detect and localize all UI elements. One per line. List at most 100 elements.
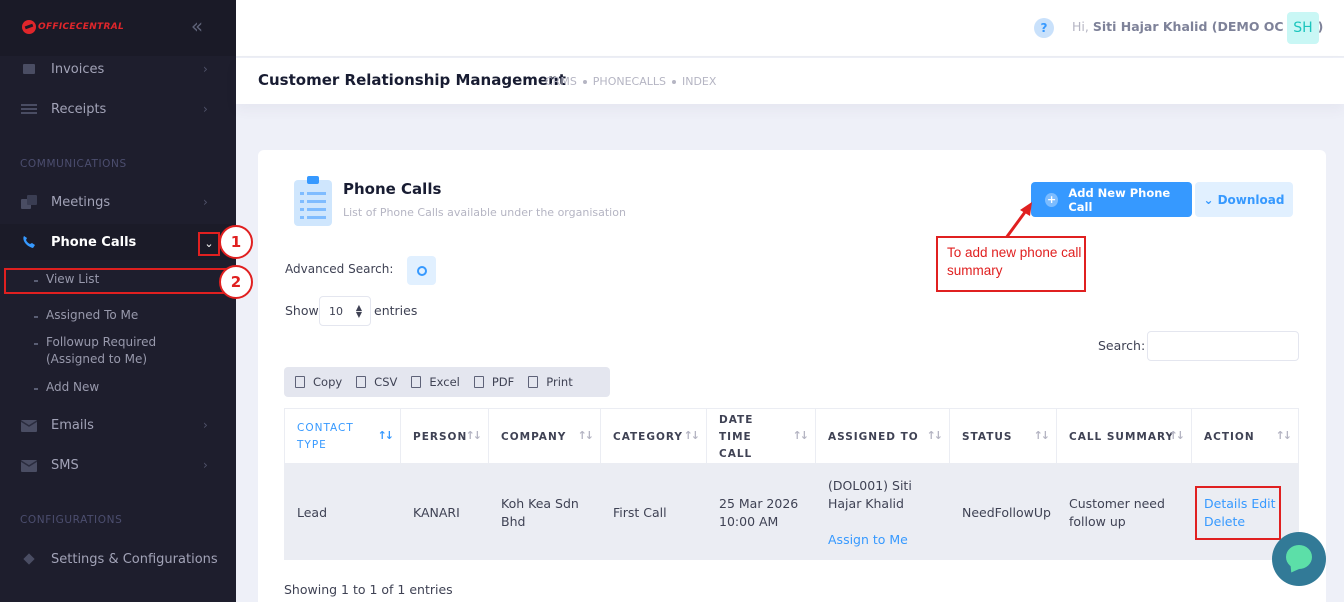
sidebar-item-label: SMS xyxy=(51,457,79,473)
column-label: CATEGORY xyxy=(613,430,684,443)
greeting-prefix: Hi, xyxy=(1072,19,1093,34)
clipboard-icon xyxy=(294,176,332,226)
cell-company: Koh Kea Sdn Bhd xyxy=(501,496,579,529)
breadcrumb-item[interactable]: PHONECALLS xyxy=(593,75,666,88)
sidebar-item-label: Meetings xyxy=(51,194,111,210)
sidebar-subitem-add-new[interactable]: Add New xyxy=(0,379,236,399)
sidebar-item-label: Invoices xyxy=(51,61,105,77)
sub-item-label: Add New xyxy=(46,380,100,394)
column-header-status[interactable]: STATUS ↑↓ xyxy=(950,409,1057,465)
sidebar-item-invoices[interactable]: Invoices › xyxy=(0,51,236,87)
breadcrumb-item[interactable]: CRMS xyxy=(545,75,577,88)
column-header-call-summary[interactable]: CALL SUMMARY ↑↓ xyxy=(1057,409,1192,465)
sub-item-label: Followup Required (Assigned to Me) xyxy=(46,335,157,366)
action-highlight xyxy=(1195,486,1281,540)
breadcrumb: CRMS PHONECALLS INDEX xyxy=(545,75,716,88)
excel-icon xyxy=(411,376,422,388)
breadcrumb-item[interactable]: INDEX xyxy=(682,75,716,88)
chevron-right-icon: › xyxy=(203,102,208,116)
column-header-contact-type[interactable]: CONTACT TYPE ↑↓ xyxy=(285,409,401,465)
officecentral-logo[interactable]: OFFICECENTRAL xyxy=(22,19,124,35)
column-header-date-time-call[interactable]: DATE TIME CALL ↑↓ xyxy=(707,409,816,465)
user-greeting[interactable]: Hi, Siti Hajar Khalid (DEMO OC LITE) xyxy=(1072,19,1323,34)
subheader: Customer Relationship Management CRMS PH… xyxy=(236,58,1344,104)
cell-call-summary: Customer need follow up xyxy=(1069,496,1165,529)
print-button[interactable]: Print xyxy=(528,375,573,389)
print-icon xyxy=(528,376,539,388)
column-label: CONTACT TYPE xyxy=(297,422,354,451)
annotation-callout: To add new phone call summary xyxy=(936,236,1086,292)
assigned-to-name: (DOL001) Siti Hajar Khalid xyxy=(828,478,912,511)
column-header-person[interactable]: PERSON ↑↓ xyxy=(401,409,489,465)
section-communications: COMMUNICATIONS xyxy=(20,158,127,170)
chevron-right-icon: › xyxy=(203,458,208,472)
cell-contact-type: Lead xyxy=(297,505,328,520)
sidebar-item-receipts[interactable]: Receipts › xyxy=(0,91,236,127)
logo-swoosh-icon xyxy=(22,20,36,34)
sms-icon xyxy=(20,457,38,473)
avatar[interactable]: SH xyxy=(1287,12,1319,44)
sidebar-subitem-assigned-to-me[interactable]: Assigned To Me xyxy=(0,307,236,327)
phone-calls-expand-chevron[interactable]: ⌄ xyxy=(198,232,220,256)
sidebar-item-label: Phone Calls xyxy=(51,234,137,250)
sidebar-item-label: Receipts xyxy=(51,101,107,117)
pdf-button[interactable]: PDF xyxy=(473,375,515,389)
copy-button[interactable]: Copy xyxy=(295,375,342,389)
card-title: Phone Calls xyxy=(343,180,442,198)
entries-select[interactable]: 10 ▲ ▼ xyxy=(319,296,371,326)
card-subtitle: List of Phone Calls available under the … xyxy=(343,206,626,219)
sort-icon: ↑↓ xyxy=(683,429,701,442)
sidebar-item-label: Emails xyxy=(51,417,94,433)
column-header-company[interactable]: COMPANY ↑↓ xyxy=(489,409,601,465)
sidebar-item-sms[interactable]: SMS › xyxy=(0,447,236,483)
chevron-right-icon: › xyxy=(203,62,208,76)
export-label: PDF xyxy=(491,375,515,389)
search-label: Search: xyxy=(1098,338,1146,353)
column-label: COMPANY xyxy=(501,430,567,443)
column-label: DATE TIME CALL xyxy=(719,413,754,460)
sidebar-item-emails[interactable]: Emails › xyxy=(0,407,236,443)
phone-calls-card: Phone Calls List of Phone Calls availabl… xyxy=(258,150,1326,602)
column-label: CALL SUMMARY xyxy=(1069,430,1175,443)
table-row: Lead KANARI Koh Kea Sdn Bhd First Call 2… xyxy=(284,464,1299,560)
export-label: CSV xyxy=(374,375,398,389)
sort-icon: ↑↓ xyxy=(792,429,810,442)
step-1-marker: 1 xyxy=(219,225,253,259)
excel-button[interactable]: Excel xyxy=(411,375,460,389)
cell-date-time: 25 Mar 2026 10:00 AM xyxy=(719,496,799,529)
help-icon[interactable]: ? xyxy=(1034,18,1054,38)
download-button[interactable]: ⌄ Download xyxy=(1195,182,1293,217)
sidebar-subitem-followup-required[interactable]: Followup Required (Assigned to Me) xyxy=(0,334,236,370)
meeting-icon xyxy=(20,194,38,210)
bullet-icon xyxy=(34,343,38,345)
sort-icon: ↑↓ xyxy=(1275,429,1293,442)
cell-assigned-to: (DOL001) Siti Hajar Khalid Assign to Me xyxy=(816,465,950,561)
sort-icon: ↑↓ xyxy=(1033,429,1051,442)
sort-icon: ↑↓ xyxy=(377,429,395,442)
sort-icon: ↑↓ xyxy=(1168,429,1186,442)
download-label: Download xyxy=(1217,192,1285,207)
export-toolbar: Copy CSV Excel PDF Print xyxy=(284,367,610,397)
column-header-action[interactable]: ACTION ↑↓ xyxy=(1192,409,1298,465)
collapse-sidebar-icon[interactable]: « xyxy=(186,16,208,38)
column-label: PERSON xyxy=(413,430,468,443)
sidebar-item-meetings[interactable]: Meetings › xyxy=(0,184,236,220)
select-arrows-icon: ▲ ▼ xyxy=(355,303,362,319)
csv-button[interactable]: CSV xyxy=(356,375,397,389)
breadcrumb-separator xyxy=(671,79,676,84)
step-2-marker: 2 xyxy=(219,265,253,299)
assign-to-me-link[interactable]: Assign to Me xyxy=(828,531,908,549)
chevron-right-icon: › xyxy=(203,195,208,209)
sidebar: OFFICECENTRAL « Invoices › Receipts › CO… xyxy=(0,0,236,602)
column-header-category[interactable]: CATEGORY ↑↓ xyxy=(601,409,707,465)
bullet-icon xyxy=(34,316,38,318)
chat-widget-icon[interactable] xyxy=(1272,532,1326,586)
show-label: Show xyxy=(285,303,319,318)
search-input[interactable] xyxy=(1147,331,1299,361)
sidebar-item-settings[interactable]: Settings & Configurations xyxy=(0,541,236,577)
export-label: Copy xyxy=(313,375,343,389)
advanced-search-button[interactable] xyxy=(407,256,436,285)
column-header-assigned-to[interactable]: ASSIGNED TO ↑↓ xyxy=(816,409,950,465)
export-label: Excel xyxy=(429,375,460,389)
page-title: Customer Relationship Management xyxy=(258,71,566,89)
